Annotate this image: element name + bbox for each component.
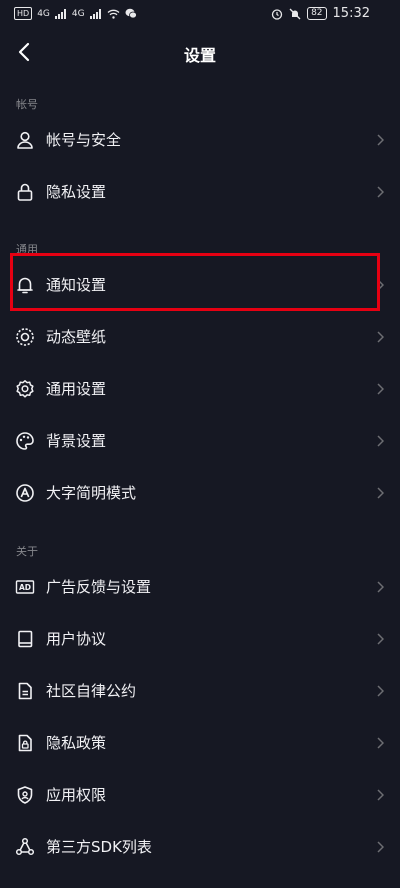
row-label: 用户协议: [46, 630, 107, 648]
network-type-1: 4G: [37, 8, 50, 19]
person-icon: [17, 131, 33, 149]
document-icon: [18, 682, 32, 700]
status-time: 15:32: [332, 6, 370, 21]
alarm-icon: [271, 8, 283, 20]
gear-icon: [16, 380, 34, 398]
row-user-agreement[interactable]: 用户协议: [0, 613, 400, 665]
chevron-right-icon: [377, 487, 384, 499]
row-label: 应用权限: [46, 786, 107, 804]
nav-bar: 设置: [0, 30, 400, 74]
section-header-about: 关于: [16, 545, 38, 558]
battery-indicator: 82: [307, 7, 327, 20]
row-label: 第三方SDK列表: [46, 838, 152, 856]
hd-badge: HD: [14, 7, 33, 20]
mute-icon: [289, 8, 301, 19]
chevron-right-icon: [377, 841, 384, 853]
privacy-document-icon: [18, 734, 32, 752]
book-icon: [18, 630, 33, 648]
row-privacy-policy[interactable]: 隐私政策: [0, 717, 400, 769]
chevron-right-icon: [377, 331, 384, 343]
row-third-party-sdk[interactable]: 第三方SDK列表: [0, 821, 400, 873]
row-background-settings[interactable]: 背景设置: [0, 415, 400, 467]
row-ad-feedback[interactable]: AD 广告反馈与设置: [0, 561, 400, 613]
row-label: 通用设置: [46, 380, 107, 398]
row-community-rules[interactable]: 社区自律公约: [0, 665, 400, 717]
wifi-icon: [107, 9, 120, 19]
page-title: 设置: [183, 46, 216, 65]
row-general-settings[interactable]: 通用设置: [0, 363, 400, 415]
network-type-2: 4G: [71, 8, 85, 19]
signal-icon-1: [54, 8, 66, 19]
wallpaper-icon: [16, 328, 34, 346]
chevron-right-icon: [377, 789, 384, 801]
svg-text:AD: AD: [19, 583, 31, 592]
chevron-right-icon: [377, 633, 384, 645]
wechat-icon: [125, 8, 137, 19]
row-account-security[interactable]: 帐号与安全: [0, 114, 400, 166]
status-bar-left: HD 4G 4G: [14, 7, 137, 20]
row-label: 动态壁纸: [46, 328, 107, 346]
row-label: 大字简明模式: [46, 484, 137, 502]
section-header-account: 帐号: [16, 98, 38, 111]
status-bar-right: 82 15:32: [271, 6, 370, 21]
chevron-right-icon: [377, 435, 384, 447]
chevron-right-icon: [377, 383, 384, 395]
chevron-right-icon: [377, 186, 384, 198]
chevron-right-icon: [377, 134, 384, 146]
row-label: 隐私设置: [46, 183, 107, 201]
row-privacy-settings[interactable]: 隐私设置: [0, 166, 400, 218]
status-bar: HD 4G 4G 82 15:32: [0, 0, 400, 30]
chevron-right-icon: [377, 581, 384, 593]
row-label: 隐私政策: [46, 734, 107, 752]
chevron-right-icon: [377, 685, 384, 697]
sdk-network-icon: [15, 837, 35, 856]
row-live-wallpaper[interactable]: 动态壁纸: [0, 311, 400, 363]
lock-icon: [17, 183, 33, 201]
signal-icon-2: [89, 8, 101, 19]
row-label: 广告反馈与设置: [46, 578, 152, 596]
row-label: 背景设置: [46, 432, 107, 450]
row-large-font-mode[interactable]: 大字简明模式: [0, 467, 400, 519]
row-app-permissions[interactable]: 应用权限: [0, 769, 400, 821]
row-label: 社区自律公约: [46, 682, 137, 700]
ad-icon: AD: [15, 580, 35, 594]
shield-icon: [17, 786, 33, 804]
palette-icon: [16, 432, 34, 450]
chevron-right-icon: [377, 737, 384, 749]
row-label: 帐号与安全: [46, 131, 122, 149]
large-font-icon: [16, 484, 34, 502]
highlight-box: [10, 253, 380, 311]
